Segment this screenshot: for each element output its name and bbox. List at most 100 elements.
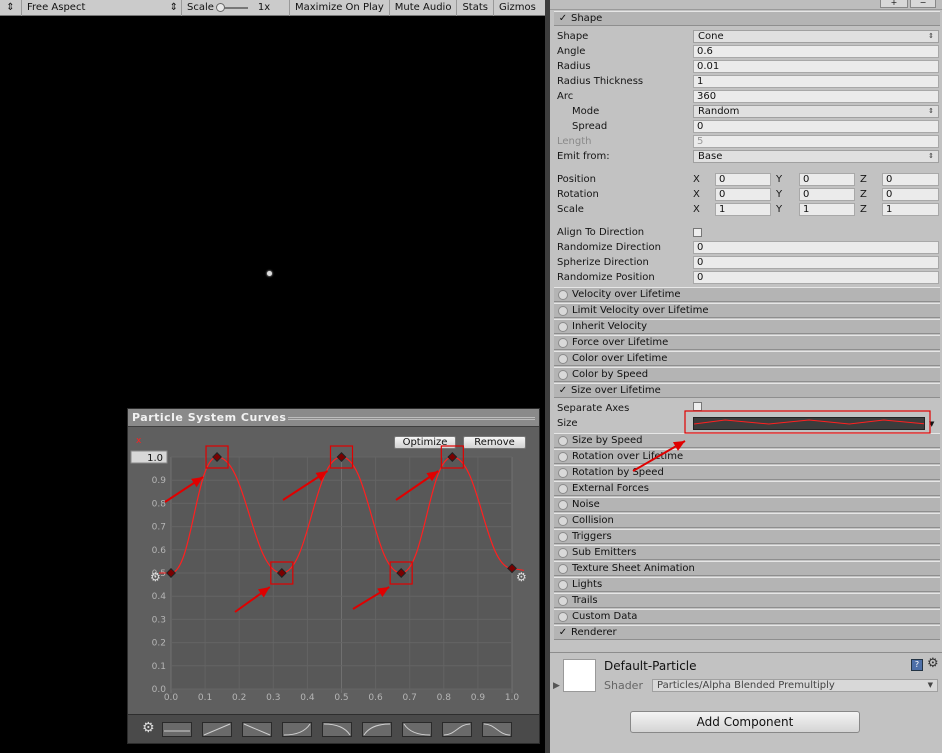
module-header-force-over-lifetime[interactable]: Force over Lifetime	[554, 335, 940, 350]
curve-preset-button[interactable]	[242, 722, 272, 737]
module-header-custom-data[interactable]: Custom Data	[554, 609, 940, 624]
scale-slider-track[interactable]	[215, 2, 248, 12]
material-thumbnail[interactable]	[563, 659, 596, 692]
scale-y-field[interactable]: 1	[799, 203, 855, 216]
module-header-sub-emitters[interactable]: Sub Emitters	[554, 545, 940, 560]
scale-z-field[interactable]: 1	[882, 203, 939, 216]
module-header-rotation-over-lifetime[interactable]: Rotation over Lifetime	[554, 449, 940, 464]
shader-dropdown[interactable]: Particles/Alpha Blended Premultiply ▼	[652, 679, 938, 692]
spherize-direction-field[interactable]: 0	[693, 256, 939, 269]
module-toggle-icon[interactable]	[558, 547, 568, 558]
module-toggle-icon[interactable]	[558, 515, 568, 526]
gear-icon[interactable]: ⚙	[927, 656, 939, 671]
position-z-field[interactable]: 0	[882, 173, 939, 186]
checkmark-icon[interactable]: ✓	[558, 627, 568, 638]
module-toggle-icon[interactable]	[558, 611, 568, 622]
checkmark-icon[interactable]: ✓	[558, 13, 568, 24]
module-header-color-over-lifetime[interactable]: Color over Lifetime	[554, 351, 940, 366]
curve-preset-button[interactable]	[202, 722, 232, 737]
module-toggle-icon[interactable]	[558, 467, 568, 478]
module-toggle-icon[interactable]	[558, 563, 568, 574]
display-dropdown[interactable]: ⇕	[0, 0, 22, 16]
module-header-color-by-speed[interactable]: Color by Speed	[554, 367, 940, 382]
rotation-x-field[interactable]: 0	[715, 188, 771, 201]
module-header-trails[interactable]: Trails	[554, 593, 940, 608]
scale-slider-thumb[interactable]	[215, 2, 225, 12]
module-toggle-icon[interactable]	[558, 369, 568, 380]
optimize-button[interactable]: Optimize	[394, 436, 456, 449]
randomize-position-field[interactable]: 0	[693, 271, 939, 284]
curve-preset-button[interactable]	[482, 722, 512, 737]
add-component-button[interactable]: Add Component	[630, 711, 860, 733]
module-toggle-icon[interactable]	[558, 435, 568, 446]
add-module-button[interactable]: +	[880, 0, 908, 8]
module-toggle-icon[interactable]	[558, 353, 568, 364]
mode-dropdown[interactable]: Random ⇕	[693, 105, 939, 118]
module-toggle-icon[interactable]	[558, 451, 568, 462]
module-header-collision[interactable]: Collision	[554, 513, 940, 528]
module-toggle-icon[interactable]	[558, 579, 568, 590]
module-toggle-icon[interactable]	[558, 499, 568, 510]
module-header-lights[interactable]: Lights	[554, 577, 940, 592]
maximize-on-play-toggle[interactable]: Maximize On Play	[290, 0, 390, 16]
gear-icon[interactable]: ⚙	[142, 720, 155, 736]
checkmark-icon[interactable]: ✓	[558, 385, 568, 396]
rotation-z-field[interactable]: 0	[882, 188, 939, 201]
remove-module-button[interactable]: −	[910, 0, 936, 8]
expand-arrow-icon[interactable]: ▶	[553, 681, 560, 691]
curve-preset-button[interactable]	[442, 722, 472, 737]
module-header-size-by-speed[interactable]: Size by Speed	[554, 433, 940, 448]
module-toggle-icon[interactable]	[558, 289, 568, 300]
module-header-rotation-by-speed[interactable]: Rotation by Speed	[554, 465, 940, 480]
module-header-inherit-velocity[interactable]: Inherit Velocity	[554, 319, 940, 334]
mute-audio-toggle[interactable]: Mute Audio	[390, 0, 458, 16]
module-header-texture-sheet-animation[interactable]: Texture Sheet Animation	[554, 561, 940, 576]
module-toggle-icon[interactable]	[558, 305, 568, 316]
align-to-direction-checkbox[interactable]	[693, 228, 702, 237]
size-curve-field[interactable]	[693, 417, 925, 430]
spread-field[interactable]: 0	[693, 120, 939, 133]
module-toggle-icon[interactable]	[558, 595, 568, 606]
module-header-velocity-over-lifetime[interactable]: Velocity over Lifetime	[554, 287, 940, 302]
randomize-direction-field[interactable]: 0	[693, 241, 939, 254]
shape-dropdown[interactable]: Cone ⇕	[693, 30, 939, 43]
module-header-shape[interactable]: ✓ Shape	[554, 11, 940, 26]
gizmos-dropdown[interactable]: Gizmos	[494, 0, 541, 16]
arc-field[interactable]: 360	[693, 90, 939, 103]
scale-slider[interactable]: Scale 1x	[182, 0, 290, 16]
radius-thickness-field[interactable]: 1	[693, 75, 939, 88]
help-book-icon[interactable]: ?	[911, 659, 923, 671]
post-wrap-gear-icon[interactable]: ⚙	[516, 570, 527, 584]
emit-from-dropdown[interactable]: Base ⇕	[693, 150, 939, 163]
pre-wrap-gear-icon[interactable]: ⚙	[150, 570, 161, 584]
rotation-y-field[interactable]: 0	[799, 188, 855, 201]
curves-window-titlebar[interactable]: Particle System Curves	[128, 409, 539, 427]
position-y-field[interactable]: 0	[799, 173, 855, 186]
module-header-renderer[interactable]: ✓ Renderer	[554, 625, 940, 640]
remove-button[interactable]: Remove	[463, 436, 526, 449]
module-header-triggers[interactable]: Triggers	[554, 529, 940, 544]
module-toggle-icon[interactable]	[558, 531, 568, 542]
module-toggle-icon[interactable]	[558, 483, 568, 494]
position-x-field[interactable]: 0	[715, 173, 771, 186]
module-header-size-over-lifetime[interactable]: ✓ Size over Lifetime	[554, 383, 940, 398]
angle-field[interactable]: 0.6	[693, 45, 939, 58]
dropdown-arrow-icon[interactable]: ▼	[929, 417, 934, 431]
curve-preset-button[interactable]	[322, 722, 352, 737]
module-header-noise[interactable]: Noise	[554, 497, 940, 512]
curve-preset-button[interactable]	[162, 722, 192, 737]
curve-preset-button[interactable]	[362, 722, 392, 737]
module-header-limit-velocity[interactable]: Limit Velocity over Lifetime	[554, 303, 940, 318]
module-toggle-icon[interactable]	[558, 321, 568, 332]
curve-editor-plot[interactable]: 0.90.80.70.60.50.40.30.20.10.01.00.0 0.1 0…	[128, 428, 539, 714]
scale-x-field[interactable]: 1	[715, 203, 771, 216]
stats-toggle[interactable]: Stats	[457, 0, 494, 16]
curve-preset-button[interactable]	[402, 722, 432, 737]
aspect-dropdown[interactable]: Free Aspect ⇕	[22, 0, 182, 16]
module-toggle-icon[interactable]	[558, 337, 568, 348]
curve-preset-button[interactable]	[282, 722, 312, 737]
module-header-external-forces[interactable]: External Forces	[554, 481, 940, 496]
radius-field[interactable]: 0.01	[693, 60, 939, 73]
module-title: Inherit Velocity	[572, 321, 647, 332]
separate-axes-checkbox[interactable]	[693, 402, 702, 411]
